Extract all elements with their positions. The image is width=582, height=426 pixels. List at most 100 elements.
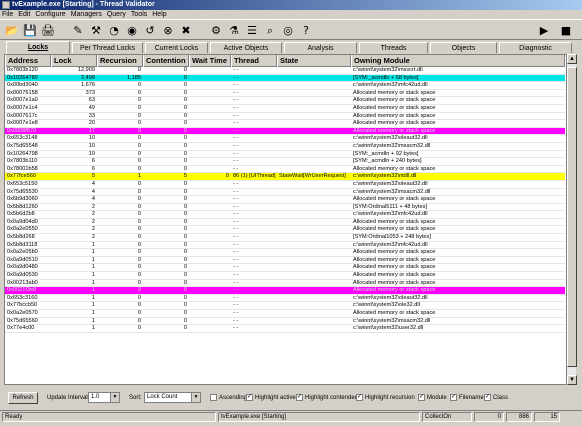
table-row[interactable]: 0x7803b110 6 0 0 - - [SYM:_acmdln + 240 bytes…	[5, 158, 565, 166]
table-row[interactable]: 0x0a9d0480 1 0 0 - - Allocated memory or stac…	[5, 264, 565, 273]
table-row[interactable]: 0x0a2e05b0 1 0 0 - - Allocated memory or stac…	[5, 249, 565, 257]
checkbox-highlight-active[interactable]: ✓	[246, 394, 253, 401]
list-icon[interactable]: ☰	[244, 23, 260, 39]
column-header-lock[interactable]: Lock	[51, 55, 97, 67]
refresh-button[interactable]: Refresh	[8, 392, 38, 404]
menu-tools[interactable]: Tools	[131, 11, 147, 18]
table-row[interactable]: 0x0a9d0530 1 0 0 - - Allocated memory or stac…	[5, 272, 565, 280]
find-icon[interactable]: ⌕	[262, 23, 278, 39]
cell-state	[277, 325, 351, 333]
checkbox-class[interactable]: ✓	[484, 394, 491, 401]
help-icon[interactable]: ?	[298, 23, 314, 39]
table-row[interactable]: 0x0007e1c4 49 0 0 - - Allocated memory or sta…	[5, 105, 565, 113]
tab-objects[interactable]: Objects	[430, 42, 497, 53]
column-header-state[interactable]: State	[277, 55, 351, 67]
table-row[interactable]: 0x75d65560 1 0 0 - - c:\winnt\system32\msacm3…	[5, 318, 565, 326]
save-icon[interactable]: 💾	[22, 23, 38, 39]
stop-icon[interactable]: ⊗	[160, 23, 176, 39]
cell-address: 0x0a9d0480	[7, 264, 38, 271]
wait-icon[interactable]: ◔	[106, 23, 122, 39]
cell-recursion: 0	[137, 302, 141, 309]
scroll-up-icon[interactable]: ▲	[567, 54, 577, 64]
scroll-down-icon[interactable]: ▼	[567, 375, 577, 385]
table-row[interactable]: 0x6b9d3060 4 0 0 - - Allocated memory or stac…	[5, 196, 565, 204]
table-row[interactable]: 0x0a2e0550 2 0 0 - - Allocated memory or stac…	[5, 226, 565, 235]
table-row[interactable]: 0x0a9d0510 1 0 0 - - Allocated memory or stac…	[5, 257, 565, 265]
open-icon[interactable]: 📂	[4, 23, 20, 39]
tab-current-locks[interactable]: Current Locks	[145, 42, 208, 53]
vertical-scrollbar[interactable]: ▲ ▼	[566, 54, 577, 385]
checkbox-highlight-recursion[interactable]: ✓	[356, 394, 363, 401]
table-row[interactable]: 0x0a9d04d0 2 0 0 - - Allocated memory or stac…	[5, 219, 565, 227]
table-row[interactable]: 0x5b6d2b8 2 0 0 - - c:\winnt\system32\mfc42ud…	[5, 211, 565, 219]
table-row[interactable]: 0x5b8d3118 1 0 0 - - c:\winnt\system32\mfc42u…	[5, 242, 565, 250]
table-row[interactable]: 0x10264798 10 0 0 - - [SYM:_acmdln + 92 bytes…	[5, 151, 565, 159]
table-row[interactable]: 0x78001b58 6 0 0 - - Allocated memory or stac…	[5, 166, 565, 174]
menu-configure[interactable]: Configure	[35, 11, 65, 18]
table-row[interactable]: 0x0007617c 33 0 0 - - Allocated memory or sta…	[5, 113, 565, 121]
table-row[interactable]: 0x653c3160 1 0 0 - - c:\winnt\system32\oleaut…	[5, 295, 565, 303]
stop-record-icon[interactable]: ■	[558, 23, 574, 39]
table-row[interactable]: 0x0007e1a0 63 0 0 - - Allocated memory or sta…	[5, 97, 565, 105]
column-header-module[interactable]: Owning Module	[351, 55, 565, 67]
reset-icon[interactable]: ↺	[142, 23, 158, 39]
tab-per-thread-locks[interactable]: Per Thread Locks	[72, 42, 143, 53]
scroll-thumb[interactable]	[567, 67, 577, 367]
menu-managers[interactable]: Managers	[71, 11, 102, 18]
record-icon[interactable]: ▶	[536, 23, 552, 39]
column-header-wait[interactable]: Wait Time	[189, 55, 231, 67]
table-row[interactable]: 0x0021f3e8 1 0 0 - - Allocated memory or stac…	[5, 287, 565, 295]
table-row[interactable]: 0x00bd3040 1,676 0 0 - - c:\winnt\system32\mf…	[5, 82, 565, 90]
table-row[interactable]: 0x00076158 373 0 0 - - Allocated memory or st…	[5, 90, 565, 98]
table-row[interactable]: 0x77bccb50 1 0 0 - - c:\winnt\system32\ole32.…	[5, 302, 565, 310]
tab-diagnostic[interactable]: Diagnostic	[499, 42, 572, 53]
print-icon[interactable]: 🖨	[40, 23, 56, 39]
checkbox-highlight-contended[interactable]: ✓	[296, 394, 303, 401]
table-row[interactable]: 0x77fce560 5 1 5 0 86 (1) [UIThread] StateWait…	[5, 173, 565, 181]
cell-address: 0x0007e1a0	[7, 97, 38, 104]
table-row[interactable]: 0x75d65548 10 0 0 - - c:\winnt\system32\msacm…	[5, 143, 565, 151]
column-header-address[interactable]: Address	[5, 55, 51, 67]
sort-select[interactable]: Lock Count ▼	[144, 392, 201, 403]
menu-file[interactable]: File	[2, 11, 13, 18]
table-row[interactable]: 0x0007e1e8 20 0 0 - - Allocated memory or sta…	[5, 120, 565, 128]
table-row[interactable]: 0x7803b120 12,909 0 0 - - c:\winnt\system32\m…	[5, 67, 565, 75]
column-header-recursion[interactable]: Recursion	[97, 55, 143, 67]
checkbox-ascending[interactable]	[210, 394, 217, 401]
table-row[interactable]: 0x0a2e0570 1 0 0 - - Allocated memory or stac…	[5, 310, 565, 318]
table-row[interactable]: 0x653c3148 10 0 0 - - c:\winnt\system32\oleau…	[5, 135, 565, 143]
table-row[interactable]: 0x0008f570 17 0 0 - - Allocated memory or sta…	[5, 127, 565, 136]
table-row[interactable]: 0x10264780 2,498 1,185 0 - - [SYM:_acmdln + 6…	[5, 74, 565, 83]
inject-icon[interactable]: ⚒	[88, 23, 104, 39]
menu-edit[interactable]: Edit	[18, 11, 30, 18]
tab-threads[interactable]: Threads	[359, 42, 428, 53]
filter-icon[interactable]: ⚗	[226, 23, 242, 39]
table-row[interactable]: 0x00213ab0 1 0 0 - - Allocated memory or stac…	[5, 280, 565, 288]
cell-recursion: 0	[137, 150, 141, 157]
cell-address: 0x0a2e0550	[7, 226, 38, 233]
monitor-icon[interactable]: ◉	[124, 23, 140, 39]
clear-icon[interactable]: ✖	[178, 23, 194, 39]
locate-icon[interactable]: ◎	[280, 23, 296, 39]
menu-query[interactable]: Query	[107, 11, 126, 18]
cell-contention: 0	[183, 294, 187, 301]
menu-help[interactable]: Help	[152, 11, 166, 18]
column-header-thread[interactable]: Thread	[231, 55, 277, 67]
column-header-contention[interactable]: Contention	[143, 55, 189, 67]
table-row[interactable]: 0x75d65530 4 0 0 - - c:\winnt\system32\msacm3…	[5, 189, 565, 197]
cell-thread: 86 (1) [UIThread]	[233, 173, 276, 180]
table-row[interactable]: 0x77e4c00 1 0 0 - - c:\winnt\system32\user32.…	[5, 325, 565, 333]
table-row[interactable]: 0x5b8d1260 2 0 0 - - [SYM:Ordinal5111 + 48 by…	[5, 204, 565, 212]
checkbox-module[interactable]: ✓	[418, 394, 425, 401]
cell-address: 0x7803b110	[7, 158, 38, 165]
settings-icon[interactable]: ⚙	[208, 23, 224, 39]
tab-locks[interactable]: Locks	[6, 41, 70, 54]
tab-active-objects[interactable]: Active Objects	[210, 42, 282, 53]
tab-analysis[interactable]: Analysis	[284, 42, 357, 53]
table-row[interactable]: 0x653c5150 4 0 0 - - c:\winnt\system32\oleaut…	[5, 181, 565, 189]
checkbox-filename[interactable]: ✓	[450, 394, 457, 401]
cell-recursion: 0	[137, 97, 141, 104]
launch-icon[interactable]: ✎	[70, 23, 86, 39]
update-interval-select[interactable]: 1.0 ▼	[88, 392, 120, 403]
table-row[interactable]: 0x5b8d268 2 0 0 - - [SYM:Ordinal1053 + 248 by…	[5, 234, 565, 242]
